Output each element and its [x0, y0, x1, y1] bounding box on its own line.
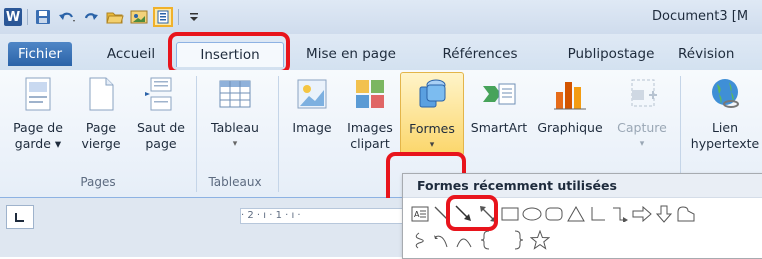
tab-selector[interactable]	[6, 205, 34, 229]
open-folder-icon[interactable]	[105, 7, 125, 27]
hyperlink-label-2: hypertexte	[690, 136, 760, 151]
curve-shape-icon[interactable]	[453, 229, 475, 251]
page-break-label-1: Saut de	[136, 120, 186, 135]
redo-icon[interactable]	[81, 7, 101, 27]
text-box-shape-icon[interactable]: A	[409, 203, 431, 225]
hyperlink-label-1: Lien	[711, 120, 739, 135]
clipart-icon	[356, 80, 384, 108]
blank-page-label-2: vierge	[81, 136, 121, 151]
tab-fichier[interactable]: Fichier	[8, 42, 72, 66]
rectangle-shape-icon[interactable]	[499, 203, 521, 225]
chart-button[interactable]: Graphique	[534, 76, 606, 136]
image-label: Image	[292, 120, 332, 135]
group-label-tableaux: Tableaux	[208, 175, 262, 189]
star-shape-icon[interactable]	[529, 229, 551, 251]
customize-qat-icon[interactable]	[184, 7, 204, 27]
chart-label: Graphique	[537, 120, 603, 135]
ruler-marks: · 2 · ı · 1 · ı ·	[241, 210, 301, 221]
window-title: Document3 [M	[652, 9, 749, 24]
screenshot-icon	[631, 79, 657, 107]
tab-revision[interactable]: Révision	[678, 42, 762, 66]
arrow-shape-highlight	[446, 195, 498, 231]
globe-link-icon	[712, 79, 739, 108]
clipart-label-1: Images	[347, 120, 393, 135]
tab-references[interactable]: Références	[430, 42, 530, 66]
screenshot-label: Capture	[617, 120, 667, 135]
right-arrow-shape-icon[interactable]	[631, 203, 653, 225]
tab-publipostage[interactable]: Publipostage	[556, 42, 666, 66]
smartart-icon	[483, 83, 516, 105]
blank-page-button[interactable]: Page vierge	[76, 76, 126, 152]
quick-access-toolbar: W	[4, 6, 204, 28]
table-dropdown-arrow: ▾	[232, 139, 238, 149]
clipart-button[interactable]: Images clipart	[344, 76, 396, 152]
save-icon[interactable]	[33, 7, 53, 27]
group-divider	[196, 76, 197, 192]
qat-divider	[178, 9, 179, 25]
picture-icon	[297, 79, 327, 109]
page-break-label-2: page	[145, 136, 177, 151]
smartart-label: SmartArt	[470, 120, 528, 135]
bar-chart-icon	[554, 82, 586, 110]
screenshot-button[interactable]: Capture ▾	[610, 76, 674, 152]
oval-shape-icon[interactable]	[521, 203, 543, 225]
triangle-shape-icon[interactable]	[565, 203, 587, 225]
rounded-rectangle-shape-icon[interactable]	[543, 203, 565, 225]
tab-mise-en-page[interactable]: Mise en page	[296, 42, 406, 66]
blank-page-label-1: Page	[85, 120, 117, 135]
smartart-button[interactable]: SmartArt	[464, 76, 534, 136]
cover-page-label-1: Page de	[13, 120, 63, 135]
screenshot-dropdown-arrow: ▾	[639, 139, 645, 149]
clipart-label-2: clipart	[350, 136, 390, 151]
curve-arrow-shape-icon[interactable]	[431, 229, 453, 251]
cover-page-icon	[25, 77, 51, 111]
blank-page-icon	[89, 77, 114, 111]
tab-accueil[interactable]: Accueil	[96, 42, 166, 66]
shapes-dropdown-arrow: ▾	[429, 140, 435, 150]
hyperlink-button[interactable]: Lien hypertexte	[688, 76, 762, 152]
group-label-pages: Pages	[80, 175, 116, 189]
left-brace-shape-icon[interactable]	[475, 229, 497, 251]
image-button[interactable]: Image	[284, 76, 340, 136]
ribbon-tabs: Fichier Accueil Insertion Mise en page R…	[0, 34, 762, 71]
freeform-scribble-shape-icon[interactable]	[409, 229, 431, 251]
cover-page-label-2: garde ▾	[14, 136, 62, 151]
page-break-button[interactable]: Saut de page	[134, 76, 188, 152]
title-bar: W Document3 [M	[0, 0, 762, 34]
image-icon[interactable]	[129, 7, 149, 27]
insertion-tab-highlight	[168, 32, 290, 74]
shapes-label: Formes	[409, 121, 455, 136]
shapes-icon	[419, 79, 446, 108]
layout-icon[interactable]	[153, 7, 173, 27]
undo-icon[interactable]	[57, 7, 77, 27]
svg-text:A: A	[414, 210, 420, 219]
horizontal-ruler[interactable]: · 2 · ı · 1 · ı ·	[240, 208, 412, 224]
snip-corner-shape-icon[interactable]	[675, 203, 697, 225]
down-arrow-shape-icon[interactable]	[653, 203, 675, 225]
table-button[interactable]: Tableau ▾	[200, 76, 270, 152]
table-label: Tableau	[211, 120, 259, 135]
table-icon	[219, 80, 251, 108]
group-divider	[278, 76, 279, 192]
right-brace-shape-icon[interactable]	[507, 229, 529, 251]
word-app-icon[interactable]: W	[4, 8, 22, 26]
elbow-connector-shape-icon[interactable]	[587, 203, 609, 225]
qat-divider	[27, 9, 28, 25]
elbow-arrow-connector-shape-icon[interactable]	[609, 203, 631, 225]
page-break-icon	[145, 77, 172, 111]
shapes-button[interactable]: Formes ▾	[400, 72, 464, 156]
cover-page-button[interactable]: Page de garde ▾	[8, 76, 68, 152]
